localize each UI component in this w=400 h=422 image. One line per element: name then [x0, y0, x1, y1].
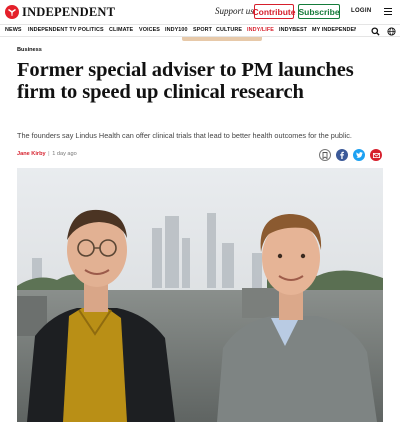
eagle-logo-icon: [5, 5, 19, 19]
nav-item-my-independent[interactable]: MY INDEPENDENT: [312, 27, 356, 33]
article-standfirst: The founders say Lindus Health can offer…: [17, 131, 352, 140]
subscribe-button[interactable]: Subscribe: [298, 4, 340, 19]
brand-name: INDEPENDENT: [22, 4, 116, 19]
article-photo[interactable]: [17, 168, 383, 422]
author-link[interactable]: Jane Kirby: [17, 151, 46, 157]
nav-item-politics[interactable]: POLITICS: [78, 27, 104, 33]
nav-item-culture[interactable]: CULTURE: [216, 27, 242, 33]
nav-item-voices[interactable]: VOICES: [139, 27, 160, 33]
bookmark-icon: [322, 151, 328, 159]
top-bar: INDEPENDENT Support us Contribute Subscr…: [0, 0, 400, 24]
contribute-button[interactable]: Contribute: [253, 4, 295, 19]
nav-item-sport[interactable]: SPORT: [193, 27, 212, 33]
twitter-share-button[interactable]: [353, 149, 365, 161]
nav-item-news[interactable]: NEWS: [5, 27, 22, 33]
login-link[interactable]: LOGIN: [351, 8, 372, 14]
support-us-text: Support us: [215, 6, 254, 16]
byline: Jane Kirby | 1 day ago: [17, 151, 77, 157]
article-headline: Former special adviser to PM launches fi…: [17, 59, 354, 103]
facebook-icon: [340, 151, 344, 159]
email-share-button[interactable]: [370, 149, 382, 161]
section-label[interactable]: Business: [17, 47, 42, 53]
bookmark-button[interactable]: [319, 149, 331, 161]
nav-item-climate[interactable]: CLIMATE: [109, 27, 133, 33]
globe-icon[interactable]: [387, 27, 396, 36]
nav-item-indy-life[interactable]: INDY/LIFE: [247, 27, 274, 33]
nav-item-indybest[interactable]: INDYBEST: [279, 27, 307, 33]
hamburger-menu-icon[interactable]: [384, 8, 392, 16]
twitter-icon: [355, 152, 363, 158]
founders-photo-illustration: [17, 168, 383, 422]
published-time: 1 day ago: [52, 151, 77, 157]
nav-item-independent-tv[interactable]: INDEPENDENT TV: [28, 27, 76, 33]
byline-separator: |: [48, 151, 50, 157]
email-icon: [372, 152, 380, 158]
nav-item-indy100[interactable]: INDY100: [165, 27, 188, 33]
ad-strip: [182, 37, 262, 41]
facebook-share-button[interactable]: [336, 149, 348, 161]
main-nav: NEWS INDEPENDENT TV POLITICS CLIMATE VOI…: [0, 24, 400, 37]
brand-logo[interactable]: INDEPENDENT: [5, 4, 115, 20]
search-icon[interactable]: [371, 27, 380, 36]
